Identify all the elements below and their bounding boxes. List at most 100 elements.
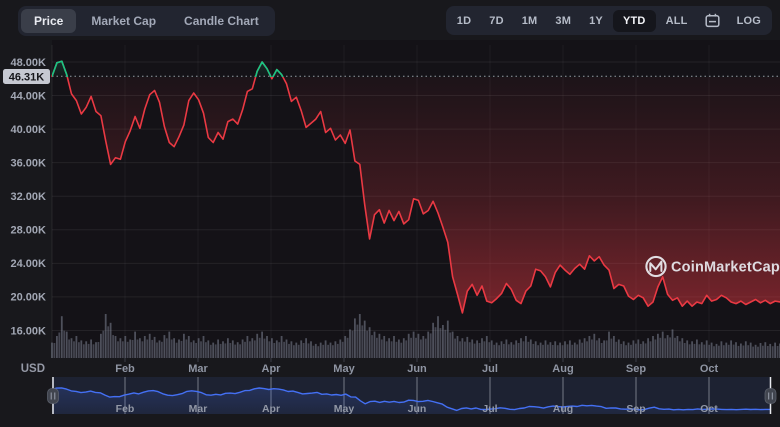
volume-bar: [527, 341, 530, 358]
tab-price[interactable]: Price: [21, 9, 77, 33]
volume-bar: [180, 340, 183, 358]
x-axis-label: Sep: [626, 363, 646, 375]
volume-bar: [398, 339, 400, 358]
volume-bar: [749, 342, 752, 358]
volume-bar: [373, 331, 376, 358]
volume-bar: [583, 338, 586, 358]
range-button-1d[interactable]: 1D: [449, 10, 479, 32]
volume-bar: [280, 336, 283, 358]
volume-bar: [305, 338, 307, 358]
range-button-3m[interactable]: 3M: [547, 10, 579, 32]
volume-bar: [727, 344, 730, 358]
volume-bar: [124, 336, 127, 358]
volume-bar: [336, 343, 339, 358]
volume-bar: [187, 336, 190, 358]
volume-bar: [351, 330, 354, 358]
volume-bar: [380, 339, 383, 358]
volume-bar: [488, 342, 491, 358]
volume-bar: [129, 339, 132, 358]
volume-bar: [368, 327, 371, 358]
volume-bar: [517, 343, 520, 358]
time-range-toolbar: 1D 7D 1M 3M 1Y YTD ALL LOG: [445, 6, 772, 35]
volume-bar: [339, 339, 342, 358]
volume-bar: [395, 341, 398, 358]
x-axis-label: Apr: [262, 363, 282, 375]
volume-bar: [688, 344, 691, 358]
volume-bar: [635, 343, 637, 358]
volume-bar: [285, 339, 288, 358]
volume-bar: [407, 333, 410, 358]
volume-bar: [503, 343, 505, 358]
volume-bar: [195, 343, 197, 358]
volume-bar: [776, 346, 779, 358]
volume-bar: [161, 341, 163, 358]
y-axis-label: 44.00K: [11, 90, 47, 102]
volume-bar: [358, 314, 361, 358]
volume-bar: [564, 341, 566, 358]
volume-bar: [600, 343, 603, 358]
volume-bar: [625, 345, 627, 358]
volume-bar: [437, 316, 439, 358]
volume-bar: [385, 341, 388, 358]
range-button-1y[interactable]: 1Y: [581, 10, 611, 32]
volume-bar: [417, 333, 420, 358]
y-axis-label: 16.00K: [11, 325, 47, 337]
volume-bar: [329, 342, 332, 358]
volume-bar: [522, 341, 525, 358]
navigator[interactable]: Feb Mar Apr May Jun Jul Aug Sep Oct: [47, 377, 777, 415]
volume-bar: [146, 339, 149, 358]
range-button-1m[interactable]: 1M: [514, 10, 546, 32]
x-axis-label: May: [333, 363, 355, 375]
volume-bar: [478, 343, 481, 358]
volume-bar: [344, 336, 347, 358]
volume-bar: [75, 336, 78, 358]
tab-candle-chart[interactable]: Candle Chart: [171, 9, 272, 33]
range-button-all[interactable]: ALL: [658, 10, 696, 32]
volume-bar: [153, 336, 156, 358]
volume-bar: [65, 331, 68, 358]
volume-bar: [674, 337, 676, 358]
volume-bar: [632, 340, 635, 358]
volume-bar: [742, 345, 745, 358]
volume-bar: [175, 342, 178, 358]
volume-bar: [507, 344, 510, 358]
volume-bar: [525, 336, 527, 358]
volume-bar: [190, 342, 193, 358]
volume-bar: [708, 344, 711, 358]
volume-bar: [476, 340, 478, 358]
volume-bar: [529, 339, 532, 358]
volume-bar: [722, 345, 725, 358]
volume-bar: [202, 336, 205, 358]
volume-bar: [253, 340, 256, 358]
volume-bar: [461, 338, 464, 358]
range-button-ytd[interactable]: YTD: [612, 9, 656, 32]
navigator-month-label: Sep: [626, 403, 645, 415]
volume-bar: [349, 329, 351, 358]
volume-bar: [520, 338, 522, 358]
range-button-7d[interactable]: 7D: [481, 10, 511, 32]
volume-bar: [451, 331, 454, 358]
volume-bar: [90, 339, 92, 358]
volume-bar: [647, 338, 649, 358]
volume-bar: [363, 320, 366, 358]
tab-market-cap[interactable]: Market Cap: [78, 9, 169, 33]
volume-bar: [603, 340, 605, 358]
volume-bar: [290, 341, 293, 358]
volume-bar: [471, 339, 474, 358]
price-chart[interactable]: 46.31K 48.00K 44.00K 40.00K 36.00K 32.00K 28.…: [0, 0, 780, 427]
volume-bar: [366, 330, 368, 358]
volume-bar: [249, 341, 251, 358]
volume-bar: [683, 343, 686, 358]
volume-bar: [754, 344, 757, 358]
log-scale-button[interactable]: LOG: [729, 10, 769, 32]
calendar-icon[interactable]: [698, 9, 727, 32]
volume-bar: [60, 316, 63, 358]
volume-bar: [551, 345, 554, 358]
volume-bar: [82, 344, 85, 358]
volume-bar: [573, 342, 576, 358]
volume-bar: [654, 339, 657, 358]
volume-bar: [664, 338, 667, 358]
volume-bar: [532, 343, 535, 358]
volume-bar: [156, 342, 158, 358]
x-axis-labels: Feb Mar Apr May Jun Jul Aug Sep Oct: [115, 358, 719, 375]
